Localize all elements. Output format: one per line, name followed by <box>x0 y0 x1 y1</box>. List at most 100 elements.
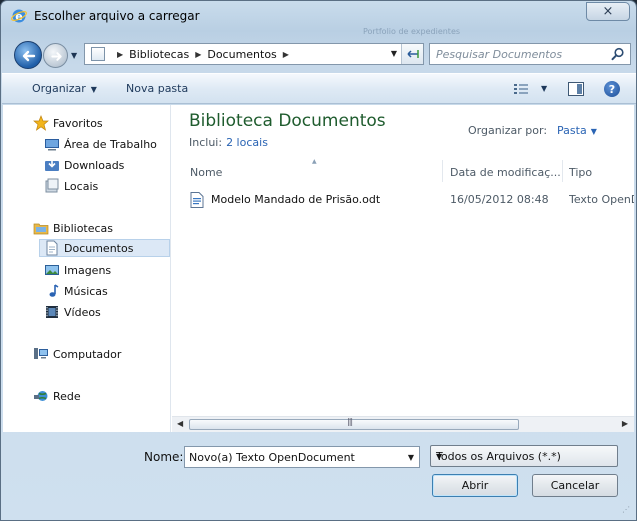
file-row[interactable]: Modelo Mandado de Prisão.odt 16/05/2012 … <box>186 191 634 209</box>
library-includes: Inclui: 2 locais <box>189 136 268 149</box>
title-bar[interactable]: e Escolher arquivo a carregar × <box>1 1 636 31</box>
organize-label: Organizar <box>32 82 86 95</box>
search-input[interactable] <box>436 47 604 62</box>
nav-item-documentos[interactable]: Documentos <box>39 239 170 257</box>
cancel-button[interactable]: Cancelar <box>532 474 618 497</box>
column-type[interactable]: Tipo <box>569 166 629 179</box>
navigation-pane: Favoritos Área de Trabalho Downloads Loc… <box>3 105 171 432</box>
window-title: Escolher arquivo a carregar <box>34 9 200 23</box>
column-divider[interactable] <box>442 160 443 182</box>
arrow-left-icon <box>22 50 36 62</box>
open-button[interactable]: Abrir <box>432 474 518 497</box>
address-dropdown-icon[interactable]: ▼ <box>391 49 397 58</box>
search-box[interactable] <box>429 43 631 65</box>
address-bar[interactable]: ▶ Bibliotecas ▶ Documentos ▶ ▼ <box>84 43 424 65</box>
sort-ascending-icon: ▲ <box>312 158 317 165</box>
background-window-title: Portfolio de expedientes <box>363 27 461 36</box>
chevron-right-icon[interactable]: ▶ <box>283 50 289 59</box>
breadcrumb-bibliotecas[interactable]: Bibliotecas <box>129 48 189 61</box>
nav-item-area-de-trabalho[interactable]: Área de Trabalho <box>44 135 157 153</box>
change-view-button[interactable]: ▼ <box>513 82 547 99</box>
file-list-pane: Biblioteca Documentos Inclui: 2 locais Or… <box>172 105 634 432</box>
new-folder-button[interactable]: Nova pasta <box>126 82 188 95</box>
refresh-icon <box>406 50 419 58</box>
file-type-select[interactable]: Todos os Arquivos (*.*) ▼ <box>430 445 618 467</box>
file-date: 16/05/2012 08:48 <box>450 193 549 206</box>
chevron-down-icon[interactable]: ▼ <box>591 127 597 136</box>
chevron-down-icon: ▼ <box>541 84 548 93</box>
horizontal-scrollbar[interactable]: ◀ ||| ▶ <box>172 416 634 432</box>
chevron-down-icon: ▼ <box>90 85 97 94</box>
nav-item-computador[interactable]: Computador <box>33 345 121 363</box>
breadcrumb-documentos[interactable]: Documentos <box>207 48 276 61</box>
details-view-icon <box>514 84 528 94</box>
nav-item-downloads[interactable]: Downloads <box>44 156 124 174</box>
nav-label: Imagens <box>64 263 112 277</box>
recent-places-icon <box>44 178 60 194</box>
nav-label: Computador <box>53 347 122 361</box>
downloads-folder-icon <box>44 157 60 173</box>
nav-label: Músicas <box>64 284 108 298</box>
nav-item-favoritos[interactable]: Favoritos <box>33 114 103 132</box>
scrollbar-thumb[interactable]: ||| <box>189 417 519 430</box>
arrange-by: Organizar por: Pasta ▼ <box>468 124 597 137</box>
scroll-left-icon[interactable]: ◀ <box>177 419 183 428</box>
content-area: Favoritos Área de Trabalho Downloads Loc… <box>3 105 634 432</box>
file-open-dialog: e Escolher arquivo a carregar × Portfoli… <box>0 0 637 521</box>
libraries-folder-icon <box>33 220 49 236</box>
network-icon <box>33 388 49 404</box>
help-button[interactable]: ? <box>604 81 620 97</box>
nav-label: Documentos <box>64 241 134 255</box>
nav-label: Downloads <box>64 158 125 172</box>
arrange-by-label: Organizar por: <box>468 124 548 137</box>
nav-label: Favoritos <box>53 116 103 130</box>
includes-locations-link[interactable]: 2 locais <box>226 136 268 149</box>
column-header: ▲ Nome Data de modificaç... Tipo <box>172 157 634 183</box>
odt-document-icon <box>190 192 204 208</box>
column-name[interactable]: Nome <box>190 166 430 179</box>
chevron-right-icon[interactable]: ▶ <box>195 50 201 59</box>
file-name: Modelo Mandado de Prisão.odt <box>211 193 381 206</box>
nav-label: Rede <box>53 389 81 403</box>
scroll-right-icon[interactable]: ▶ <box>622 419 628 428</box>
chevron-down-icon[interactable]: ▼ <box>408 453 414 462</box>
chevron-right-icon[interactable]: ▶ <box>117 50 123 59</box>
nav-item-bibliotecas[interactable]: Bibliotecas <box>33 219 113 237</box>
nav-item-musicas[interactable]: Músicas <box>44 282 108 300</box>
breadcrumb: ▶ Bibliotecas ▶ Documentos ▶ <box>111 48 289 61</box>
close-icon: × <box>602 4 614 19</box>
preview-pane-button[interactable] <box>568 82 584 96</box>
organize-button[interactable]: Organizar ▼ <box>32 82 97 95</box>
library-title: Biblioteca Documentos <box>189 111 386 131</box>
nav-item-rede[interactable]: Rede <box>33 387 81 405</box>
back-button[interactable] <box>14 41 42 69</box>
desktop-icon <box>44 136 60 152</box>
help-icon: ? <box>608 82 616 96</box>
nav-label: Locais <box>64 179 99 193</box>
refresh-button[interactable] <box>401 44 423 64</box>
nav-item-locais[interactable]: Locais <box>44 177 98 195</box>
chevron-down-icon: ▼ <box>436 452 443 461</box>
forward-button[interactable] <box>43 43 68 68</box>
nav-item-imagens[interactable]: Imagens <box>44 261 111 279</box>
grip-icon: ||| <box>347 417 353 426</box>
computer-icon <box>33 346 49 362</box>
file-type: Texto OpenDocument <box>569 193 634 206</box>
pictures-icon <box>44 262 60 278</box>
arrange-by-dropdown[interactable]: Pasta <box>557 124 587 137</box>
column-date-modified[interactable]: Data de modificaç... <box>450 166 560 179</box>
includes-label: Inclui: <box>189 136 223 149</box>
filename-combobox[interactable]: ▼ <box>184 446 420 468</box>
star-icon <box>33 115 49 131</box>
column-divider[interactable] <box>562 160 563 182</box>
arrow-right-icon <box>51 52 62 61</box>
resize-grip-icon[interactable]: ⋰ <box>622 505 630 514</box>
close-button[interactable]: × <box>586 2 630 21</box>
document-icon <box>44 240 60 256</box>
filename-input[interactable] <box>189 450 399 465</box>
search-icon[interactable] <box>611 47 625 61</box>
filename-label: Nome: <box>144 450 184 464</box>
recent-locations-dropdown-icon[interactable]: ▼ <box>71 51 77 60</box>
nav-item-videos[interactable]: Vídeos <box>44 303 101 321</box>
nav-label: Área de Trabalho <box>64 137 157 151</box>
